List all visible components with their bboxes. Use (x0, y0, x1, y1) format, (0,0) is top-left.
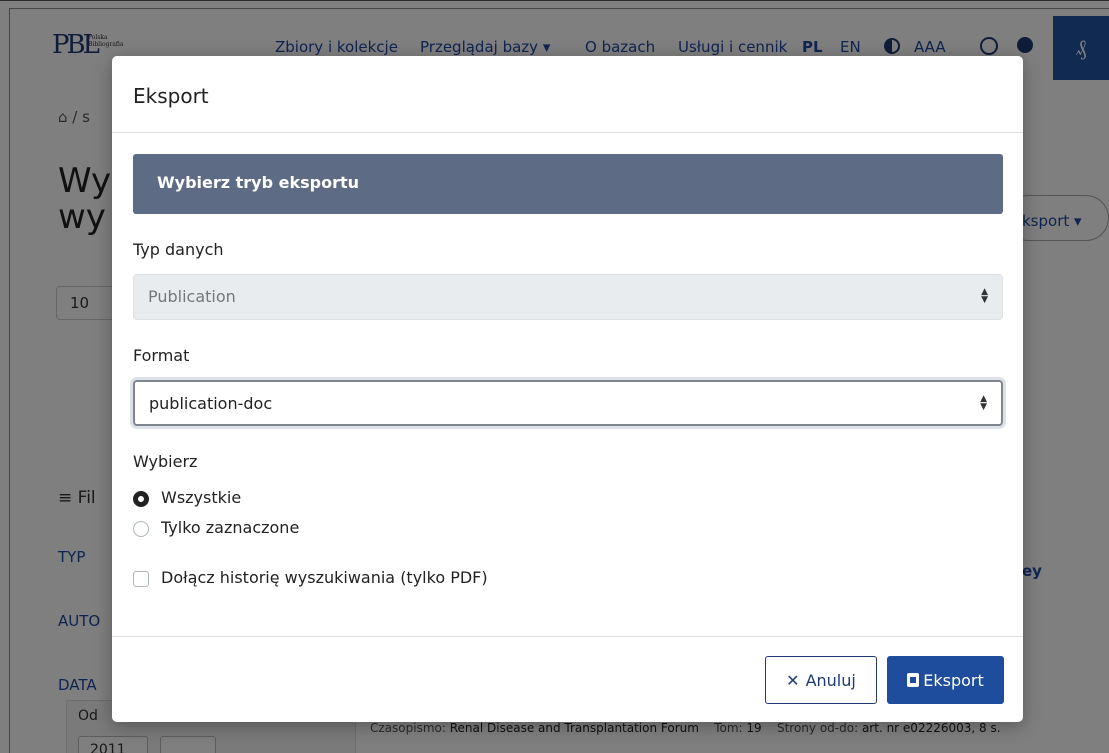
select-arrows-icon: ▲ ▼ (980, 394, 987, 412)
include-history-label[interactable]: Dołącz historię wyszukiwania (tylko PDF) (161, 568, 488, 587)
modal-footer-divider (112, 636, 1023, 637)
choose-label: Wybierz (133, 452, 198, 471)
close-icon: ✕ (786, 670, 800, 690)
export-button-label: Eksport (923, 670, 984, 690)
cancel-button[interactable]: ✕ Anuluj (765, 656, 877, 704)
radio-all-input[interactable] (133, 491, 149, 507)
data-type-label: Typ danych (133, 240, 224, 259)
data-type-select: Publication ▲ ▼ (133, 274, 1003, 320)
cancel-button-label: Anuluj (805, 670, 856, 690)
export-button[interactable]: Eksport (887, 656, 1004, 704)
banner-text: Wybierz tryb eksportu (157, 173, 360, 192)
radio-selected-label[interactable]: Tylko zaznaczone (161, 518, 299, 537)
export-modal: Eksport Wybierz tryb eksportu Typ danych… (112, 56, 1023, 722)
export-mode-banner: Wybierz tryb eksportu (133, 154, 1003, 214)
radio-selected-input[interactable] (133, 521, 149, 537)
modal-title: Eksport (133, 84, 209, 108)
select-arrows-icon: ▲ ▼ (981, 287, 988, 305)
format-value: publication-doc (149, 394, 273, 413)
file-export-icon (907, 673, 920, 687)
data-type-value: Publication (148, 287, 236, 306)
format-label: Format (133, 346, 190, 365)
format-select[interactable]: publication-doc ▲ ▼ (133, 380, 1003, 426)
include-history-checkbox[interactable] (133, 571, 149, 587)
modal-header: Eksport (112, 56, 1023, 133)
radio-all-label[interactable]: Wszystkie (161, 488, 241, 507)
